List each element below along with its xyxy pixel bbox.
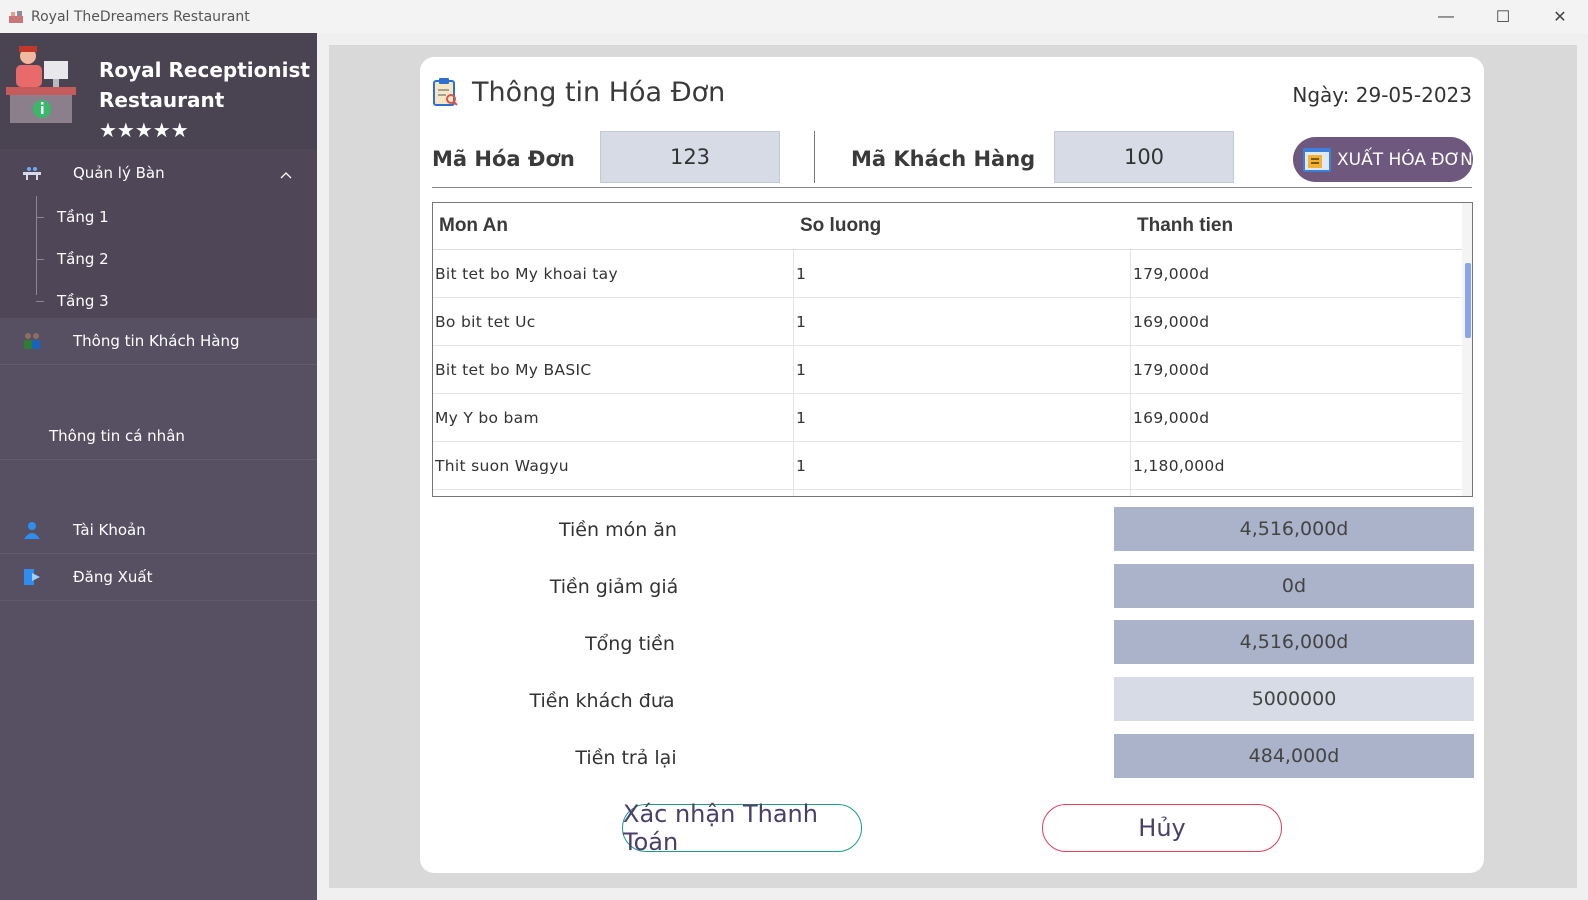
scrollbar-thumb[interactable]: [1465, 263, 1471, 338]
sidebar-item-floor-1[interactable]: Tầng 1: [0, 196, 317, 238]
cell-amount: [1131, 490, 1463, 496]
cancel-button[interactable]: Hủy: [1042, 804, 1282, 852]
cell-dish: Bit tet bo My BASIC: [433, 346, 794, 393]
cell-quantity: 1: [794, 442, 1131, 489]
change-value: 484,000d: [1114, 734, 1474, 778]
table-row-partial[interactable]: [433, 490, 1463, 496]
cell-dish: [433, 490, 794, 496]
invoice-date: Ngày: 29-05-2023: [1292, 83, 1472, 107]
customers-icon: [22, 331, 42, 351]
cell-amount: 179,000d: [1131, 346, 1463, 393]
cell-amount: 1,180,000d: [1131, 442, 1463, 489]
invoice-export-icon: [1302, 146, 1332, 174]
chevron-up-icon[interactable]: [280, 165, 292, 183]
sidebar-item-label: Đăng Xuất: [73, 568, 153, 586]
cell-quantity: 1: [794, 250, 1131, 297]
sidebar-item-label: Quản lý Bàn: [73, 163, 165, 182]
sidebar-item-customers[interactable]: Thông tin Khách Hàng: [0, 318, 317, 365]
brand-line-1: Royal Receptionist: [99, 58, 310, 82]
window-title: Royal TheDreamers Restaurant: [31, 8, 250, 25]
change-label: Tiền trả lại: [575, 747, 677, 769]
close-button[interactable]: ✕: [1532, 0, 1588, 33]
sidebar-item-logout[interactable]: Đăng Xuất: [0, 554, 317, 601]
cell-dish: Bit tet bo My khoai tay: [433, 250, 794, 297]
cell-amount: 169,000d: [1131, 394, 1463, 441]
sidebar: Royal Receptionist Restaurant ★★★★★ Quản…: [0, 33, 317, 900]
user-icon: [22, 520, 42, 540]
clipboard-icon: [432, 77, 458, 107]
page-title: Thông tin Hóa Đơn: [472, 77, 726, 108]
logout-icon: [22, 567, 42, 587]
table-management-group: Quản lý Bàn Tầng 1 Tầng 2 Tầng 3: [0, 149, 317, 318]
floor-label: Tầng 2: [57, 250, 109, 268]
table-row[interactable]: Bit tet bo My khoai tay 1 179,000d: [433, 250, 1463, 298]
cell-quantity: 1: [794, 298, 1131, 345]
sidebar-item-floor-2[interactable]: Tầng 2: [0, 238, 317, 280]
column-header-dish[interactable]: Mon An: [433, 203, 794, 249]
field-divider: [814, 131, 815, 183]
grand-total-value: 4,516,000d: [1114, 620, 1474, 664]
cell-quantity: 1: [794, 394, 1131, 441]
food-total-label: Tiền món ăn: [559, 519, 677, 541]
invoice-id-label: Mã Hóa Đơn: [432, 147, 575, 171]
discount-value: 0d: [1114, 564, 1474, 608]
table-row[interactable]: Thit suon Wagyu 1 1,180,000d: [433, 442, 1463, 490]
table-scrollbar[interactable]: [1462, 203, 1472, 496]
invoice-id-field[interactable]: 123: [600, 131, 780, 183]
cell-dish: Bo bit tet Uc: [433, 298, 794, 345]
brand-line-2: Restaurant ★★★★★: [99, 88, 225, 142]
restaurant-icon: [8, 9, 24, 25]
table-header: Mon An So luong Thanh tien: [433, 203, 1463, 250]
sidebar-item-account[interactable]: Tài Khoản: [0, 507, 317, 554]
column-header-quantity[interactable]: So luong: [794, 203, 1131, 249]
sidebar-item-table-management[interactable]: Quản lý Bàn: [0, 149, 317, 196]
cell-amount: 169,000d: [1131, 298, 1463, 345]
table-row[interactable]: Bit tet bo My BASIC 1 179,000d: [433, 346, 1463, 394]
grand-total-label: Tổng tiền: [585, 633, 675, 655]
receptionist-logo-icon: [6, 43, 76, 123]
amount-paid-input[interactable]: 5000000: [1114, 677, 1474, 721]
cell-amount: 179,000d: [1131, 250, 1463, 297]
amount-paid-label: Tiền khách đưa: [529, 690, 675, 712]
header-divider: [432, 187, 1472, 188]
order-items-table[interactable]: Mon An So luong Thanh tien Bit tet bo My…: [432, 202, 1473, 497]
confirm-payment-button[interactable]: Xác nhận Thanh Toán: [622, 800, 862, 856]
food-total-value: 4,516,000d: [1114, 507, 1474, 551]
customer-id-field[interactable]: 100: [1054, 131, 1234, 183]
invoice-card: Thông tin Hóa Đơn Ngày: 29-05-2023 Mã Hó…: [420, 57, 1484, 873]
floor-label: Tầng 3: [57, 292, 109, 310]
cell-dish: My Y bo bam: [433, 394, 794, 441]
sidebar-item-label: Tài Khoản: [73, 521, 146, 539]
minimize-button[interactable]: —: [1418, 0, 1474, 33]
brand-title: Royal Receptionist Restaurant ★★★★★: [99, 55, 317, 145]
maximize-button[interactable]: ☐: [1475, 0, 1531, 33]
export-invoice-button[interactable]: XUẤT HÓA ĐƠN: [1293, 137, 1473, 182]
cell-dish: Thit suon Wagyu: [433, 442, 794, 489]
sidebar-item-label: Thông tin cá nhân: [49, 427, 185, 445]
cell-quantity: 1: [794, 346, 1131, 393]
dining-table-icon: [22, 163, 42, 183]
sidebar-item-label: Thông tin Khách Hàng: [73, 332, 240, 350]
cell-quantity: [794, 490, 1131, 496]
sidebar-item-profile[interactable]: Thông tin cá nhân: [0, 413, 317, 460]
table-row[interactable]: Bo bit tet Uc 1 169,000d: [433, 298, 1463, 346]
table-row[interactable]: My Y bo bam 1 169,000d: [433, 394, 1463, 442]
customer-id-label: Mã Khách Hàng: [851, 147, 1036, 171]
sidebar-item-floor-3[interactable]: Tầng 3: [0, 280, 317, 322]
export-invoice-label: XUẤT HÓA ĐƠN: [1337, 149, 1473, 170]
floor-label: Tầng 1: [57, 208, 109, 226]
column-header-amount[interactable]: Thanh tien: [1131, 203, 1463, 249]
sidebar-header: Royal Receptionist Restaurant ★★★★★: [0, 33, 317, 149]
title-bar: Royal TheDreamers Restaurant — ☐ ✕: [0, 0, 1588, 33]
discount-label: Tiền giảm giá: [549, 576, 679, 598]
